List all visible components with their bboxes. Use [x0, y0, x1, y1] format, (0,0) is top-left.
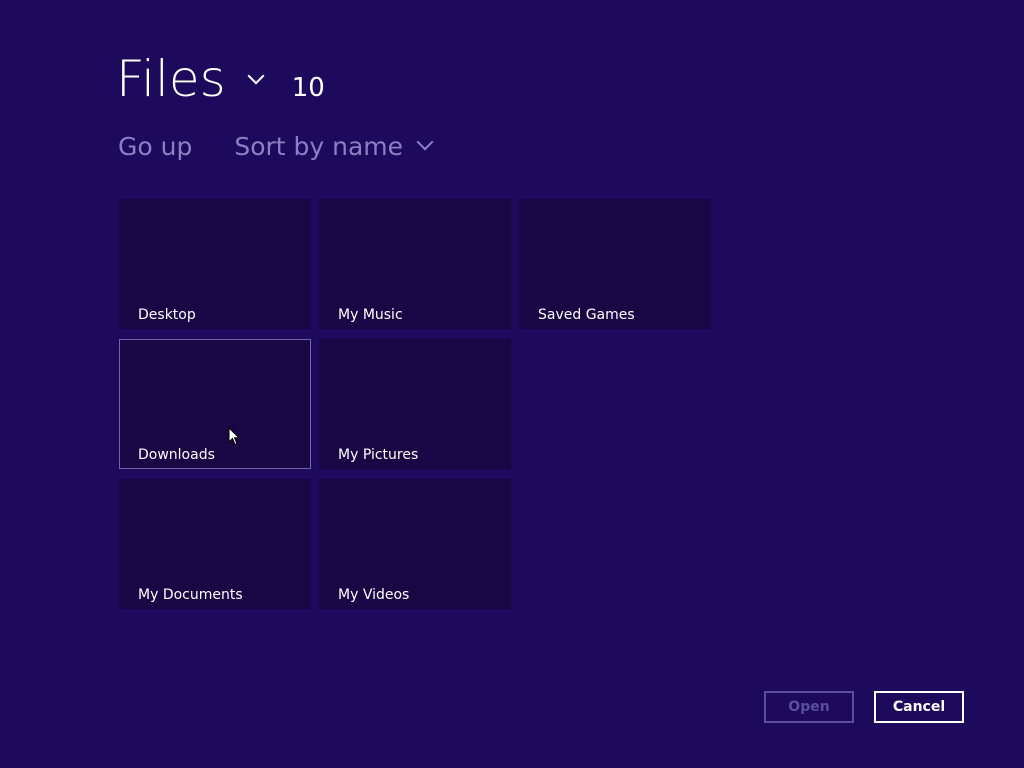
- folder-label: Downloads: [138, 447, 215, 463]
- header: Files 10: [116, 50, 325, 108]
- folder-label: Saved Games: [538, 307, 635, 323]
- folder-label: My Documents: [138, 587, 243, 603]
- arrow-pointer-icon: [228, 427, 240, 446]
- folder-label: Desktop: [138, 307, 196, 323]
- open-button[interactable]: Open: [764, 691, 854, 723]
- sort-label: Sort by name: [234, 132, 404, 161]
- folder-tile-my-documents[interactable]: My Documents: [119, 479, 311, 609]
- item-count: 10: [291, 73, 325, 103]
- folder-label: My Videos: [338, 587, 410, 603]
- page-title: Files: [116, 50, 226, 108]
- folder-tile-desktop[interactable]: Desktop: [119, 199, 311, 329]
- folder-tile-my-pictures[interactable]: My Pictures: [319, 339, 511, 469]
- chevron-down-icon[interactable]: [247, 67, 265, 85]
- folder-tile-my-music[interactable]: My Music: [319, 199, 511, 329]
- sort-dropdown[interactable]: Sort by name: [234, 132, 434, 161]
- folder-tile-my-videos[interactable]: My Videos: [319, 479, 511, 609]
- chevron-down-icon: [416, 133, 434, 150]
- folder-tile-downloads[interactable]: Downloads: [119, 339, 311, 469]
- folder-label: My Music: [338, 307, 403, 323]
- folder-label: My Pictures: [338, 447, 419, 463]
- go-up-button[interactable]: Go up: [118, 132, 192, 161]
- command-bar: Go up Sort by name: [118, 132, 434, 161]
- cancel-button[interactable]: Cancel: [874, 691, 964, 723]
- folder-tile-saved-games[interactable]: Saved Games: [519, 199, 711, 329]
